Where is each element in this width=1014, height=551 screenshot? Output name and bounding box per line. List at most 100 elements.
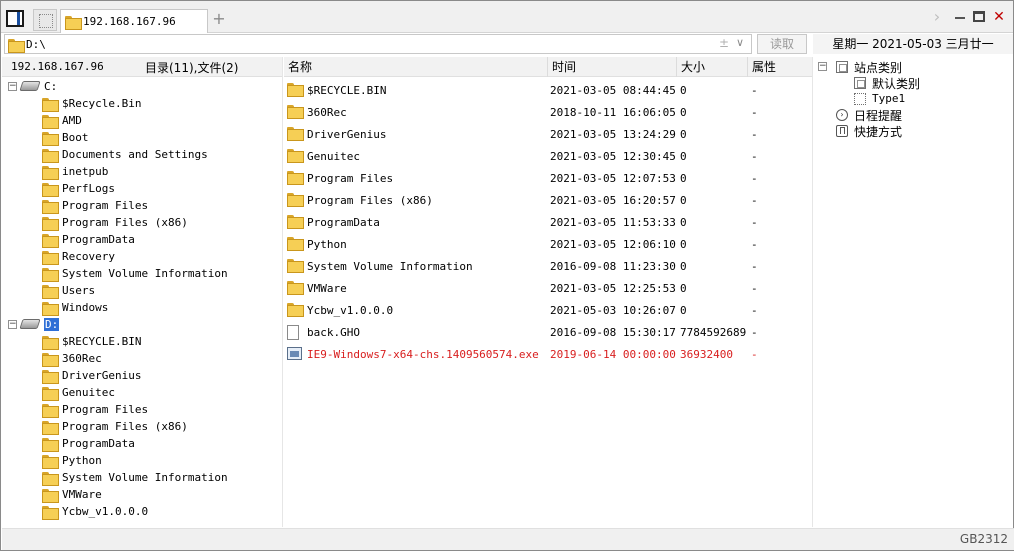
folder-icon — [287, 83, 304, 97]
file-row[interactable]: Genuitec 2021-03-05 12:30:45 0 - — [284, 145, 812, 167]
tree-node-drive-d[interactable]: − D: — [8, 316, 278, 333]
file-row[interactable]: back.GHO 2016-09-08 15:30:17 7784592689- — [284, 321, 812, 343]
tree-item[interactable]: VMWare — [42, 486, 278, 503]
host-label: 192.168.167.96 — [11, 60, 104, 73]
app-logo-icon[interactable] — [6, 10, 24, 27]
file-attr: - — [751, 282, 758, 295]
file-row[interactable]: Ycbw_v1.0.0.0 2021-05-03 10:26:07 0 - — [284, 299, 812, 321]
file-attr: - — [751, 172, 758, 185]
tree-item[interactable]: Recovery — [42, 248, 278, 265]
file-size: 0 — [680, 260, 687, 273]
tree-label: Type1 — [872, 92, 906, 105]
folder-icon — [287, 259, 304, 273]
folder-icon — [42, 217, 59, 231]
tree-item[interactable]: 360Rec — [42, 350, 278, 367]
file-attr: - — [751, 348, 758, 361]
address-bar[interactable]: D:\ ± ∨ — [4, 34, 752, 54]
encoding-label[interactable]: GB2312 — [960, 532, 1008, 546]
file-time: 2016-09-08 15:30:17 — [550, 326, 676, 339]
item-counts: 目录(11),文件(2) — [145, 61, 239, 75]
collapse-icon[interactable]: − — [8, 320, 17, 329]
tree-item[interactable]: ProgramData — [42, 435, 278, 452]
site-category-tree: − 站点类别 默认类别 Type1 › 日程提醒 快捷方式 — [814, 57, 1012, 527]
file-name: DriverGenius — [307, 128, 387, 141]
tab-active[interactable]: 192.168.167.96 — [60, 9, 208, 33]
tree-item[interactable]: AMD — [42, 112, 278, 129]
status-bar: GB2312 — [2, 528, 1014, 550]
tree-label: Program Files — [62, 403, 149, 416]
tree-item[interactable]: Program Files (x86) — [42, 214, 278, 231]
folder-icon — [287, 237, 304, 251]
close-button[interactable]: ✕ — [991, 9, 1007, 27]
tree-item[interactable]: Users — [42, 282, 278, 299]
category-icon — [854, 93, 866, 105]
column-header-time[interactable]: 时间 — [548, 57, 677, 77]
folder-icon — [42, 404, 59, 418]
add-tab-button[interactable]: + — [212, 9, 226, 29]
tree-node-drive-c[interactable]: − C: — [8, 78, 278, 95]
minimize-button[interactable] — [952, 9, 968, 27]
tree-item[interactable]: Ycbw_v1.0.0.0 — [42, 503, 278, 520]
tree-item[interactable]: Genuitec — [42, 384, 278, 401]
file-attr: - — [751, 128, 758, 141]
tree-label: 日程提醒 — [854, 109, 903, 123]
tab-blank[interactable] — [33, 9, 57, 31]
splitter[interactable] — [812, 57, 813, 527]
file-size: 0 — [680, 238, 687, 251]
tree-item[interactable]: Python — [42, 452, 278, 469]
tree-item[interactable]: Program Files — [42, 197, 278, 214]
file-attr: - — [751, 238, 758, 251]
column-header-attr[interactable]: 属性 — [748, 57, 812, 77]
file-time: 2021-03-05 13:24:29 — [550, 128, 676, 141]
column-header-size[interactable]: 大小 — [677, 57, 748, 77]
chevron-right-icon[interactable]: › — [929, 9, 945, 27]
tree-label: ProgramData — [62, 233, 135, 246]
tree-item[interactable]: DriverGenius — [42, 367, 278, 384]
file-row[interactable]: IE9-Windows7-x64-chs.1409560574.exe 2019-… — [284, 343, 812, 365]
file-row[interactable]: DriverGenius 2021-03-05 13:24:29 0 - — [284, 123, 812, 145]
left-panel-header: 192.168.167.96 目录(11),文件(2) — [2, 57, 282, 77]
folder-icon — [42, 166, 59, 180]
file-row[interactable]: Program Files 2021-03-05 12:07:53 0 - — [284, 167, 812, 189]
file-time: 2019-06-14 00:00:00 — [550, 348, 676, 361]
folder-icon — [42, 132, 59, 146]
read-button[interactable]: 读取 — [757, 34, 807, 54]
file-attr: - — [751, 84, 758, 97]
tree-item[interactable]: ProgramData — [42, 231, 278, 248]
tree-label: ProgramData — [62, 437, 135, 450]
tree-item[interactable]: $Recycle.Bin — [42, 95, 278, 112]
file-time: 2021-03-05 12:07:53 — [550, 172, 676, 185]
file-row[interactable]: VMWare 2021-03-05 12:25:53 0 - — [284, 277, 812, 299]
file-attr: - — [751, 150, 758, 163]
file-size: 0 — [680, 216, 687, 229]
date-display: 星期一 2021-05-03 三月廿一 — [813, 34, 1013, 54]
tree-item[interactable]: System Volume Information — [42, 265, 278, 282]
collapse-icon[interactable]: − — [8, 82, 17, 91]
chevron-down-icon[interactable]: ∨ — [736, 36, 744, 49]
tree-item[interactable]: Program Files (x86) — [42, 418, 278, 435]
tree-item[interactable]: inetpub — [42, 163, 278, 180]
file-row[interactable]: System Volume Information 2016-09-08 11:2… — [284, 255, 812, 277]
tree-label: System Volume Information — [62, 267, 228, 280]
tree-item[interactable]: Program Files — [42, 401, 278, 418]
tree-item[interactable]: System Volume Information — [42, 469, 278, 486]
file-row[interactable]: Program Files (x86) 2021-03-05 16:20:57 0 - — [284, 189, 812, 211]
tree-item[interactable]: Boot — [42, 129, 278, 146]
folder-icon — [42, 98, 59, 112]
up-icon[interactable]: ± — [719, 36, 729, 50]
tree-item[interactable]: $RECYCLE.BIN — [42, 333, 278, 350]
tree-item[interactable]: PerfLogs — [42, 180, 278, 197]
tree-item[interactable]: Documents and Settings — [42, 146, 278, 163]
folder-icon — [42, 149, 59, 163]
file-row[interactable]: $RECYCLE.BIN 2021-03-05 08:44:45 0 - — [284, 79, 812, 101]
column-header-name[interactable]: 名称 — [284, 57, 548, 77]
tree-item[interactable]: Windows — [42, 299, 278, 316]
file-row[interactable]: ProgramData 2021-03-05 11:53:33 0 - — [284, 211, 812, 233]
file-name: Python — [307, 238, 347, 251]
collapse-icon[interactable]: − — [818, 62, 827, 71]
file-row[interactable]: Python 2021-03-05 12:06:10 0 - — [284, 233, 812, 255]
file-row[interactable]: 360Rec 2018-10-11 16:06:05 0 - — [284, 101, 812, 123]
tree-label: Recovery — [62, 250, 115, 263]
maximize-button[interactable] — [971, 9, 987, 27]
splitter[interactable] — [282, 57, 283, 527]
